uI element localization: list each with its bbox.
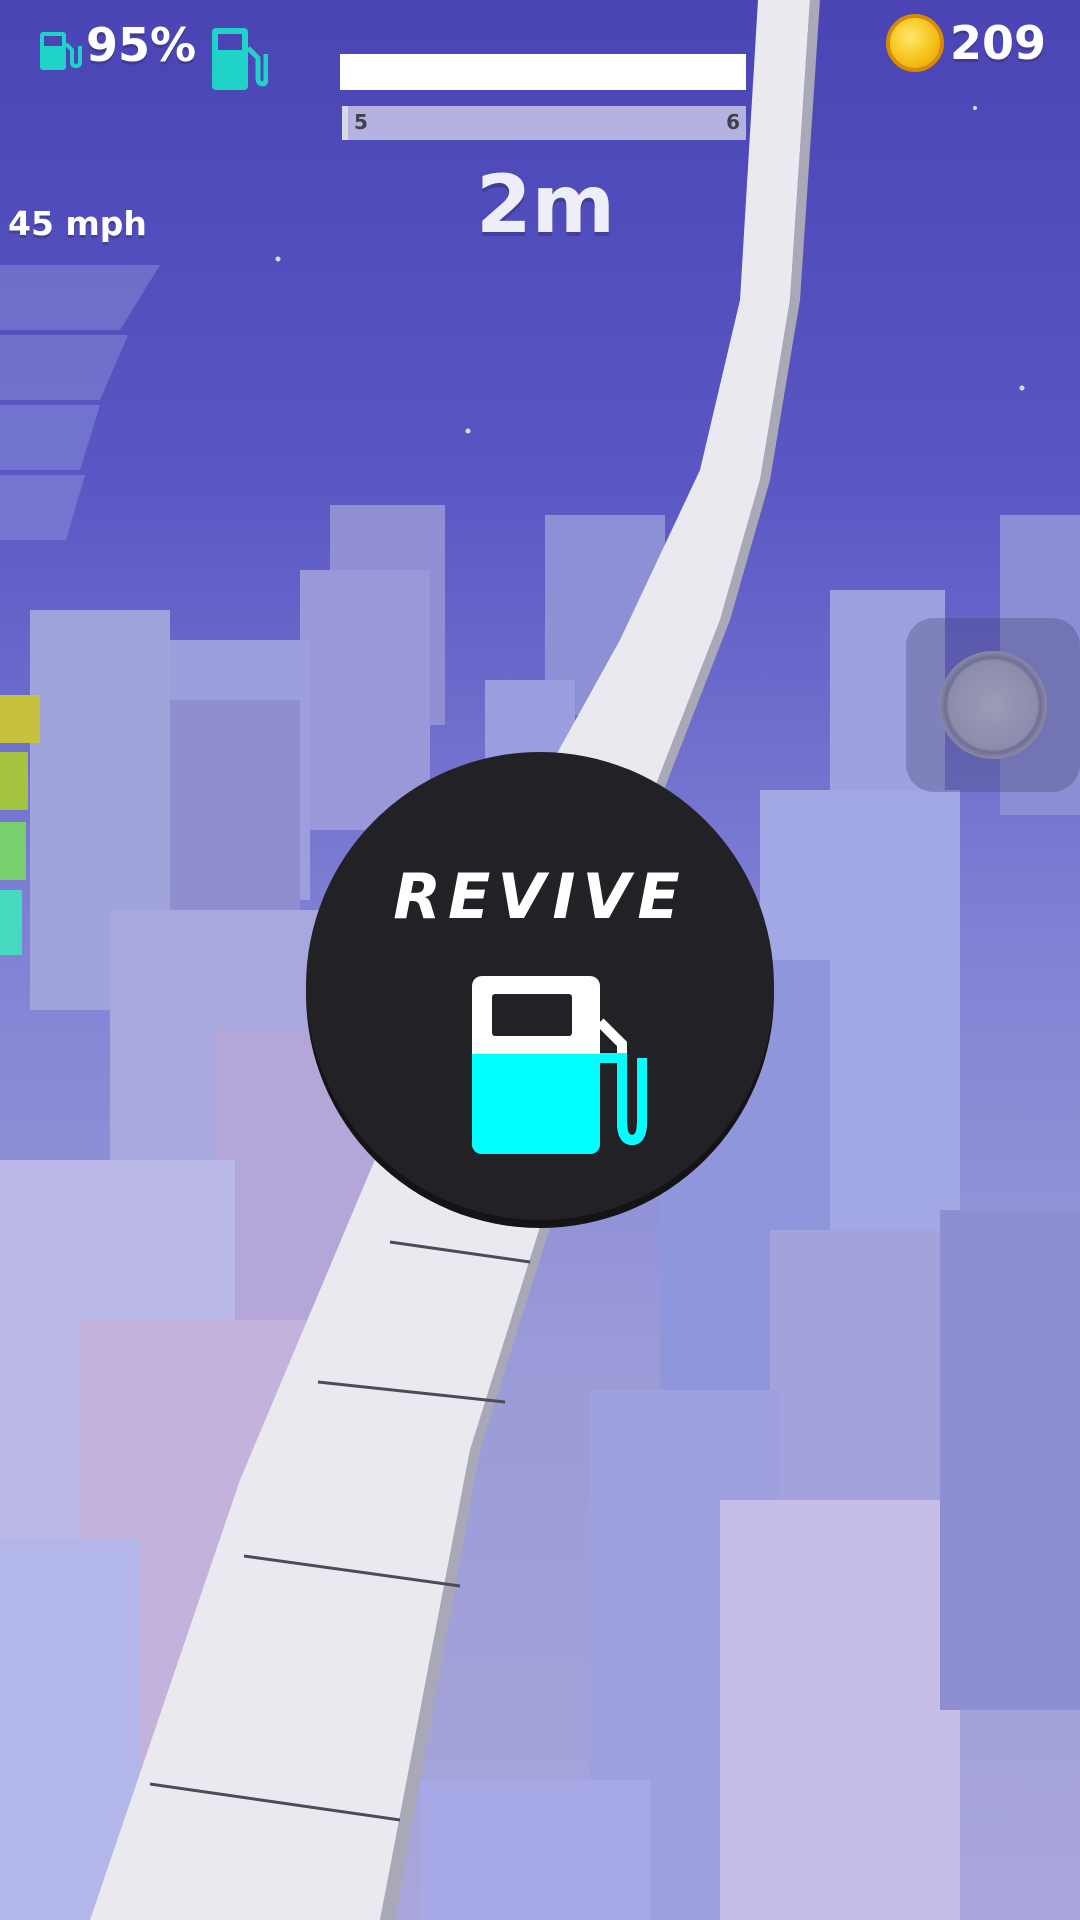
joystick-icon[interactable] [939,651,1047,759]
coin-icon [886,14,944,72]
fuel-pump-icon [472,976,647,1154]
fuel-percentage: 95% [86,18,197,72]
joystick-pad[interactable] [906,618,1080,792]
coin-count: 209 [950,16,1047,70]
fuel-pump-icon [40,32,82,70]
level-indicator: 5 6 [342,106,746,140]
distance-readout: 2m [476,158,616,251]
speed-readout: 45 mph [8,204,147,243]
level-progress-fill [340,54,746,90]
level-next: 6 [726,110,740,134]
revive-label: REVIVE [393,860,687,933]
level-progress-bar [340,54,746,90]
level-current: 5 [354,110,368,134]
fuel-refill-icon[interactable] [210,26,268,92]
revive-button[interactable]: REVIVE [306,752,774,1220]
